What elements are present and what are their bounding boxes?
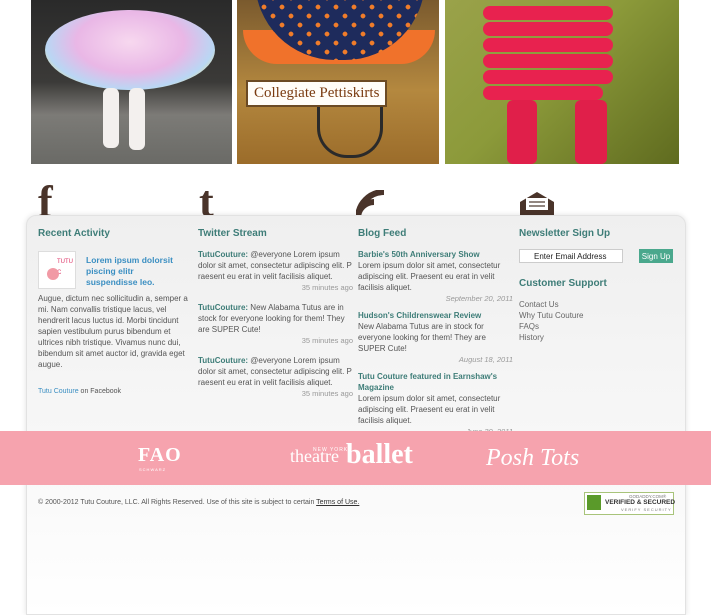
customer-support-heading: Customer Support bbox=[519, 278, 607, 289]
blog-feed-heading: Blog Feed bbox=[358, 228, 407, 239]
ruffle-row bbox=[483, 70, 613, 84]
fao-schwarz-logo[interactable]: FAO bbox=[138, 444, 182, 467]
recent-post-title[interactable]: Lorem ipsum dolorsit piscing elitr suspe… bbox=[86, 255, 184, 288]
seal-main-text: VERIFIED & SECURED bbox=[605, 499, 676, 506]
envelope-icon[interactable] bbox=[518, 190, 556, 218]
tweet-item: TutuCouture: @everyone Lorem ipsum dolor… bbox=[198, 249, 353, 293]
ruffle-row bbox=[483, 54, 613, 68]
blog-post-date: September 20, 2011 bbox=[445, 294, 513, 303]
blog-post: Tutu Couture featured in Earnshaw's Maga… bbox=[358, 371, 513, 437]
blog-post: Hudson's Childrenswear Review New Alabam… bbox=[358, 310, 513, 365]
thumbnail-text: TUTU C bbox=[57, 259, 73, 276]
blog-feed-section: Blog Feed Barbie's 50th Anniversary Show… bbox=[358, 228, 513, 443]
blog-post: Barbie's 50th Anniversary Show Lorem ips… bbox=[358, 249, 513, 304]
fao-schwarz-subtext: SCHWARZ bbox=[139, 467, 167, 472]
ruffle-row bbox=[483, 86, 603, 100]
faqs-link[interactable]: FAQs bbox=[519, 321, 679, 332]
newsletter-support-section: Newsletter Sign Up Sign Up Customer Supp… bbox=[519, 228, 679, 343]
blog-post-title[interactable]: Tutu Couture featured in Earnshaw's Maga… bbox=[358, 371, 513, 393]
ballet-logo-text[interactable]: ballet bbox=[346, 439, 413, 471]
why-tutu-couture-link[interactable]: Why Tutu Couture bbox=[519, 310, 679, 321]
copyright-line: © 2000-2012 Tutu Couture, LLC. All Right… bbox=[38, 499, 359, 506]
ruffle-row bbox=[483, 6, 613, 20]
ruffle-row bbox=[483, 38, 613, 52]
left-leg bbox=[103, 88, 119, 148]
pink-ruffle-photo[interactable] bbox=[445, 0, 679, 164]
recent-post-body: Augue, dictum nec sollicitudin a, semper… bbox=[38, 294, 188, 369]
sign-up-button[interactable]: Sign Up bbox=[639, 249, 673, 263]
pink-leg bbox=[507, 100, 537, 164]
recent-activity-section: Recent Activity TUTU C Lorem ipsum dolor… bbox=[38, 228, 188, 408]
right-leg bbox=[129, 88, 145, 150]
recent-activity-heading: Recent Activity bbox=[38, 228, 110, 239]
tweet-time: 35 minutes ago bbox=[301, 283, 353, 292]
theatre-ballet-logo[interactable]: theatre bbox=[290, 446, 339, 467]
tweet-time: 35 minutes ago bbox=[301, 389, 353, 398]
pink-leg bbox=[575, 100, 607, 164]
posh-tots-logo[interactable]: Posh Tots bbox=[486, 445, 579, 472]
tweet-time: 35 minutes ago bbox=[301, 336, 353, 345]
copyright-text: © 2000-2012 Tutu Couture, LLC. All Right… bbox=[38, 499, 317, 506]
twitter-stream-section: Twitter Stream TutuCouture: @everyone Lo… bbox=[198, 228, 353, 408]
blog-post-date: August 18, 2011 bbox=[458, 355, 513, 364]
twitter-stream-heading: Twitter Stream bbox=[198, 228, 267, 239]
tweet-user[interactable]: TutuCouture: bbox=[198, 250, 248, 259]
blog-post-excerpt: Lorem ipsum dolor sit amet, consectetur … bbox=[358, 394, 501, 425]
godaddy-verified-seal[interactable]: GODADDY.COM® VERIFIED & SECURED VERIFY S… bbox=[584, 492, 676, 515]
seal-sub-text: VERIFY SECURITY bbox=[621, 507, 672, 512]
tweet-user[interactable]: TutuCouture: bbox=[198, 303, 248, 312]
facebook-suffix: on Facebook bbox=[78, 388, 122, 395]
blog-post-excerpt: New Alabama Tutus are in stock for every… bbox=[358, 322, 486, 353]
tutu-thumbnail-icon bbox=[47, 268, 59, 280]
collegiate-pettiskirt-photo[interactable]: Collegiate Pettiskirts bbox=[237, 0, 439, 164]
newsletter-email-input[interactable] bbox=[519, 249, 623, 263]
tweet-item: TutuCouture: New Alabama Tutus are in st… bbox=[198, 302, 353, 346]
terms-of-use-link[interactable]: Terms of Use. bbox=[316, 499, 359, 506]
tweet-item: TutuCouture: @everyone Lorem ipsum dolor… bbox=[198, 355, 353, 399]
blog-post-excerpt: Lorem ipsum dolor sit amet, consectetur … bbox=[358, 261, 501, 292]
ruffle-row bbox=[483, 22, 613, 36]
newsletter-form: Sign Up bbox=[519, 249, 679, 265]
photo-caption[interactable]: Collegiate Pettiskirts bbox=[246, 80, 388, 107]
newsletter-heading: Newsletter Sign Up bbox=[519, 228, 611, 239]
post-thumbnail[interactable]: TUTU C bbox=[38, 251, 76, 289]
lock-icon bbox=[587, 495, 601, 510]
blog-post-title[interactable]: Hudson's Childrenswear Review bbox=[358, 310, 513, 321]
tutu-photo-pastel[interactable] bbox=[31, 0, 232, 164]
contact-us-link[interactable]: Contact Us bbox=[519, 299, 679, 310]
tutu-couture-facebook-link[interactable]: Tutu Couture bbox=[38, 388, 79, 395]
pastel-tutu-shape bbox=[45, 10, 215, 90]
facebook-line: Tutu Couture on Facebook bbox=[38, 386, 188, 397]
blog-post-title[interactable]: Barbie's 50th Anniversary Show bbox=[358, 249, 513, 260]
history-link[interactable]: History bbox=[519, 332, 679, 343]
tweet-user[interactable]: TutuCouture: bbox=[198, 356, 248, 365]
